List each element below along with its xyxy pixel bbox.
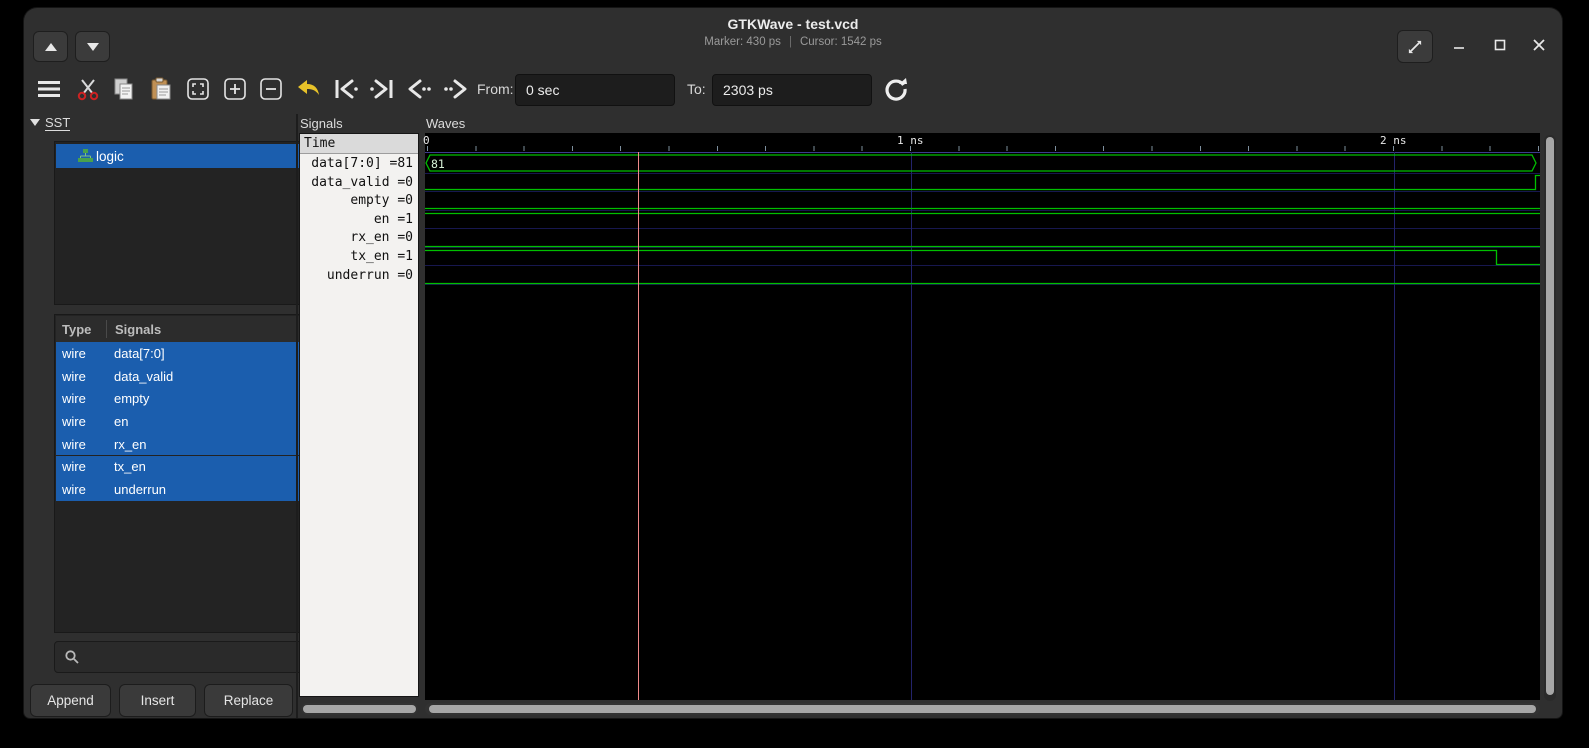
expand-icon: [1407, 39, 1423, 55]
timebar-ticks: [427, 146, 1540, 151]
zoom-in-icon: [223, 77, 247, 101]
skip-to-start-button[interactable]: [331, 73, 361, 105]
tree-item-logic[interactable]: logic: [56, 144, 317, 168]
to-input[interactable]: [712, 74, 872, 106]
signal-value-row[interactable]: underrun =0: [300, 267, 418, 286]
cut-button[interactable]: [73, 73, 103, 105]
signal-value-row[interactable]: tx_en =1: [300, 248, 418, 267]
signal-value-row[interactable]: empty =0: [300, 192, 418, 211]
signals-panel-label: Signals: [300, 116, 343, 131]
maximize-icon: [1494, 39, 1506, 51]
paste-icon: [149, 77, 173, 101]
skip-to-end-icon: [369, 78, 395, 100]
zoom-in-button[interactable]: [220, 73, 250, 105]
step-forward-button[interactable]: [441, 73, 471, 105]
step-forward-icon: [443, 78, 469, 100]
wave-traces: [425, 155, 1540, 284]
signals-table: Type Signals wiredata[7:0] wiredata_vali…: [54, 314, 319, 633]
from-label: From:: [477, 81, 514, 97]
skip-to-end-button[interactable]: [367, 73, 397, 105]
titlebar: GTKWave - test.vcd Marker: 430 ps | Cursor…: [24, 8, 1562, 64]
paste-button[interactable]: [146, 73, 176, 105]
screenshot-stage: GTKWave - test.vcd Marker: 430 ps | Cursor…: [0, 0, 1589, 748]
table-row[interactable]: wireen: [56, 410, 317, 433]
bus-value-label: 81: [431, 157, 445, 171]
table-row[interactable]: wiredata[7:0]: [56, 342, 317, 365]
table-row[interactable]: wiretx_en: [56, 456, 317, 479]
cursor-status: Cursor: 1542 ps: [800, 36, 882, 48]
signals-values-panel[interactable]: Time data[7:0] =81 data_valid =0 empty =…: [299, 133, 419, 697]
search-icon: [65, 650, 79, 664]
marker-status: Marker: 430 ps: [704, 36, 781, 48]
trace-data-valid: [425, 176, 1540, 190]
wave-canvas[interactable]: 81: [425, 152, 1540, 700]
minimize-button[interactable]: [1444, 30, 1474, 60]
waves-vscrollbar[interactable]: [1544, 135, 1556, 701]
to-label: To:: [687, 81, 706, 97]
sst-tree[interactable]: logic: [54, 141, 319, 305]
maximize-button[interactable]: [1485, 30, 1515, 60]
signals-hscrollbar[interactable]: [301, 703, 418, 715]
trace-data-bus: [426, 155, 1536, 171]
hierarchy-icon: [78, 149, 93, 163]
table-row[interactable]: wireempty: [56, 387, 317, 410]
minimize-icon: [1453, 39, 1465, 51]
column-header-type[interactable]: Type: [56, 322, 106, 337]
status-separator: |: [789, 36, 792, 48]
insert-button[interactable]: Insert: [119, 684, 196, 717]
waves-panel-label: Waves: [426, 116, 465, 131]
table-row[interactable]: wireunderrun: [56, 478, 317, 501]
table-row[interactable]: wirerx_en: [56, 433, 317, 456]
window-status: Marker: 430 ps | Cursor: 1542 ps: [24, 36, 1562, 48]
signals-table-header[interactable]: Type Signals: [56, 316, 317, 343]
copy-icon: [112, 77, 136, 101]
signal-value-row[interactable]: en =1: [300, 211, 418, 230]
zoom-out-icon: [259, 77, 283, 101]
sst-label: SST: [45, 115, 70, 130]
toolbar: From: To:: [24, 64, 1562, 114]
reload-icon: [884, 77, 908, 101]
panel-divider-left[interactable]: [296, 114, 298, 718]
waves-hscrollbar[interactable]: [425, 703, 1540, 715]
signal-value-row[interactable]: rx_en =0: [300, 229, 418, 248]
column-header-signals[interactable]: Signals: [107, 322, 161, 337]
signal-search-box[interactable]: [54, 641, 319, 673]
from-input[interactable]: [515, 74, 675, 106]
zoom-out-button[interactable]: [256, 73, 286, 105]
append-button[interactable]: Append: [30, 684, 111, 717]
expander-triangle-icon[interactable]: [30, 119, 40, 126]
trace-tx-en: [425, 251, 1540, 265]
copy-button[interactable]: [109, 73, 139, 105]
replace-button[interactable]: Replace: [204, 684, 293, 717]
zoom-fit-icon: [186, 77, 210, 101]
time-header[interactable]: Time: [300, 134, 418, 154]
waves-hscrollbar-thumb[interactable]: [429, 705, 1536, 713]
signals-hscrollbar-thumb[interactable]: [303, 705, 416, 713]
menu-icon: [38, 81, 60, 97]
tree-item-label: logic: [96, 149, 124, 164]
close-button[interactable]: [1524, 30, 1554, 60]
step-back-button[interactable]: [404, 73, 434, 105]
zoom-fit-button[interactable]: [183, 73, 213, 105]
menu-button[interactable]: [34, 73, 64, 105]
skip-to-start-icon: [333, 78, 359, 100]
undo-button[interactable]: [293, 73, 323, 105]
wave-timebar[interactable]: 0 1 ns 2 ns: [425, 133, 1540, 152]
waves-area[interactable]: 0 1 ns 2 ns: [425, 133, 1540, 700]
fullscreen-button[interactable]: [1397, 30, 1433, 63]
sst-header: SST: [30, 115, 70, 130]
window-title: GTKWave - test.vcd: [24, 16, 1562, 32]
search-input[interactable]: [87, 649, 311, 666]
table-row[interactable]: wiredata_valid: [56, 365, 317, 388]
waves-vscrollbar-thumb[interactable]: [1546, 137, 1554, 695]
undo-icon: [295, 78, 321, 100]
scissors-icon: [76, 77, 100, 101]
reload-button[interactable]: [881, 73, 911, 105]
step-back-icon: [406, 78, 432, 100]
close-icon: [1533, 39, 1545, 51]
gtkwave-window: GTKWave - test.vcd Marker: 430 ps | Cursor…: [24, 8, 1562, 718]
signal-value-row[interactable]: data[7:0] =81: [300, 155, 418, 174]
signal-value-row[interactable]: data_valid =0: [300, 174, 418, 193]
